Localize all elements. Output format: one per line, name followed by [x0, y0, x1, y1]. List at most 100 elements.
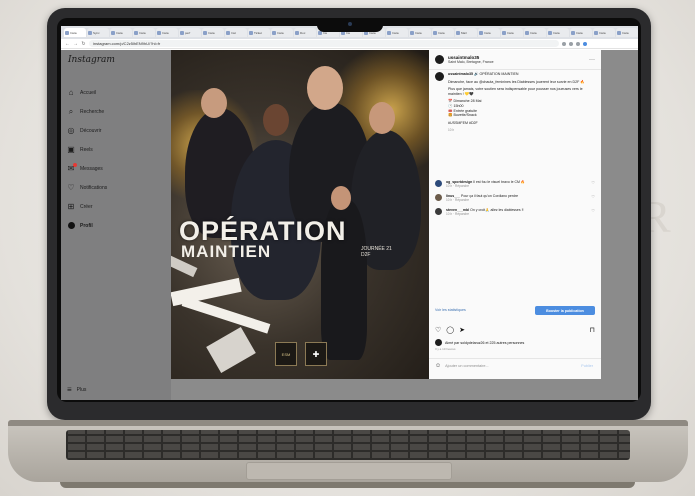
comment-input[interactable]: Ajouter un commentaire... [445, 364, 488, 368]
favicon-icon [594, 30, 598, 35]
caption-hashtags[interactable]: #USSMFEM #D2F [448, 121, 595, 126]
sidebar-item-notifications[interactable]: ♡ Notifications [67, 178, 107, 197]
tab-label: Insta [553, 30, 560, 35]
profile-icon[interactable] [583, 41, 587, 46]
favicon-icon [617, 30, 621, 35]
instagram-logo[interactable]: Instagram [68, 55, 115, 65]
caption-author[interactable]: ussaintmalo35 [448, 72, 473, 76]
browser-tab[interactable]: Insta [133, 28, 155, 37]
sidebar-item-plus[interactable]: ≡ Plus [67, 385, 86, 394]
post-image[interactable]: OPÉRATION MAINTIEN JOURNÉE 21 D2F ESM ✚ [171, 50, 429, 379]
favicon-icon [272, 30, 276, 35]
browser-tab[interactable]: Insta [156, 28, 178, 37]
sidebar-item-recherche[interactable]: ⌕ Recherche [67, 102, 107, 121]
back-icon[interactable]: ← [65, 41, 70, 47]
browser-tab[interactable]: Insta [593, 28, 615, 37]
browser-tab[interactable]: Insta [110, 28, 132, 37]
extension-icon[interactable] [562, 41, 566, 46]
browser-tab[interactable]: perf [179, 28, 201, 37]
forward-icon[interactable]: → [73, 41, 78, 47]
compass-icon: ◎ [67, 126, 75, 135]
more-options-icon[interactable]: ··· [589, 57, 595, 63]
url-text: instagram.com/p/C2z5lhEN9hU/?hl=fr [93, 41, 161, 46]
comment-text: Il est fou le visuel bravo le CM 🔥 [473, 180, 526, 184]
league-logo: ✚ [305, 342, 327, 366]
browser-tab[interactable]: Doc [294, 28, 316, 37]
browser-tab[interactable]: Insta [432, 28, 454, 37]
tab-label: Insta [576, 30, 583, 35]
screen: Insta Sync Insta Insta Insta perf Insta Inst Tic… [61, 26, 638, 400]
avatar[interactable] [435, 55, 444, 64]
bookmark-icon[interactable]: ⊓ [590, 326, 595, 334]
post-actions: ♡ ◯ ➤ ⊓ [435, 326, 595, 334]
comment-icon[interactable]: ◯ [446, 326, 454, 334]
plus-square-icon: ⊞ [67, 202, 75, 211]
browser-tab[interactable]: Insta [64, 28, 86, 37]
comment-author[interactable]: steven___mbl [446, 208, 469, 212]
browser-tab[interactable]: Ticket [248, 28, 270, 37]
tab-label: Insta [599, 30, 606, 35]
heart-icon: ♡ [67, 183, 75, 192]
sidebar-item-label: Messages [80, 165, 103, 172]
sidebar-item-messages[interactable]: ✉ Messages [67, 159, 107, 178]
like-comment-icon[interactable]: ♡ [591, 180, 595, 185]
extension-icon[interactable] [576, 41, 580, 46]
browser-tab[interactable]: Insta [271, 28, 293, 37]
sidebar-item-profil[interactable]: Profil [67, 216, 107, 235]
browser-tab[interactable]: Insta [570, 28, 592, 37]
view-insights-link[interactable]: Voir les statistiques [435, 308, 466, 312]
emoji-icon[interactable]: ☺ [435, 363, 441, 369]
reload-icon[interactable]: ↻ [81, 41, 86, 47]
caption: ussaintmalo35 🔊 OPÉRATION MAINTIEN Diman… [435, 72, 595, 132]
comment-meta[interactable]: 10 h · Répondre [446, 184, 469, 188]
post-subtitle: MAINTIEN [181, 242, 272, 261]
browser-tab[interactable]: Insta [501, 28, 523, 37]
camera-icon [348, 22, 352, 26]
comment-author[interactable]: linus___ [446, 194, 460, 198]
browser-tab[interactable]: Insta [616, 28, 638, 37]
post-location[interactable]: Saint Malo, Bretagne, France [448, 60, 494, 64]
like-icon[interactable]: ♡ [435, 326, 441, 334]
browser-tab[interactable]: Insta [478, 28, 500, 37]
browser-tab[interactable]: Mail [455, 28, 477, 37]
comment-author[interactable]: og_sportdesign [446, 180, 472, 184]
browser-tab[interactable]: Inst [225, 28, 247, 37]
sidebar-item-creer[interactable]: ⊞ Créer [67, 197, 107, 216]
browser-tab[interactable]: Insta [524, 28, 546, 37]
extension-icon[interactable] [569, 41, 573, 46]
avatar[interactable] [435, 207, 442, 215]
avatar[interactable] [435, 72, 444, 81]
avatar[interactable] [435, 180, 442, 187]
caption-paragraph: Dimanche, face au @chauta_feminines les … [448, 79, 585, 84]
boost-post-button[interactable]: Booster la publication [535, 306, 595, 315]
likes-text[interactable]: Aimé par soldydelaruz26 et 225 autres pe… [445, 341, 524, 345]
publish-button[interactable]: Publier [581, 364, 593, 368]
browser-tab[interactable]: Insta [202, 28, 224, 37]
browser-tab[interactable]: Insta [409, 28, 431, 37]
browser-tab[interactable]: Insta [386, 28, 408, 37]
avatar [435, 339, 442, 346]
browser-tab[interactable]: Sync [87, 28, 109, 37]
post-header: ussaintmalo35 Saint Malo, Bretagne, Fran… [429, 50, 601, 70]
avatar[interactable] [435, 193, 442, 201]
tab-label: perf [185, 30, 191, 35]
favicon-icon [88, 30, 92, 35]
sidebar-item-label: Plus [76, 386, 87, 393]
address-bar[interactable]: instagram.com/p/C2z5lhEN9hU/?hl=fr [89, 40, 559, 47]
sidebar-item-accueil[interactable]: ⌂ Accueil [67, 83, 107, 102]
like-comment-icon[interactable]: ♡ [591, 208, 595, 213]
caption-title: OPÉRATION MAINTIEN [479, 72, 519, 76]
sidebar-item-decouvrir[interactable]: ◎ Découvrir [67, 121, 107, 140]
share-icon[interactable]: ➤ [459, 326, 465, 334]
likes-summary: Aimé par soldydelaruz26 et 225 autres pe… [435, 339, 524, 346]
sidebar-item-label: Créer [80, 203, 93, 210]
like-comment-icon[interactable]: ♡ [591, 194, 595, 199]
favicon-icon [180, 30, 184, 35]
comment-meta[interactable]: 10 h · Répondre [446, 212, 469, 216]
browser-tab[interactable]: Insta [547, 28, 569, 37]
favicon-icon [479, 30, 483, 35]
sidebar-item-label: Profil [80, 222, 93, 229]
sidebar-item-reels[interactable]: ▣ Reels [67, 140, 107, 159]
comment: steven___mbl On y croit🙏 allez les diabl… [435, 207, 595, 217]
comment-meta[interactable]: 10 h · Répondre [446, 198, 469, 202]
